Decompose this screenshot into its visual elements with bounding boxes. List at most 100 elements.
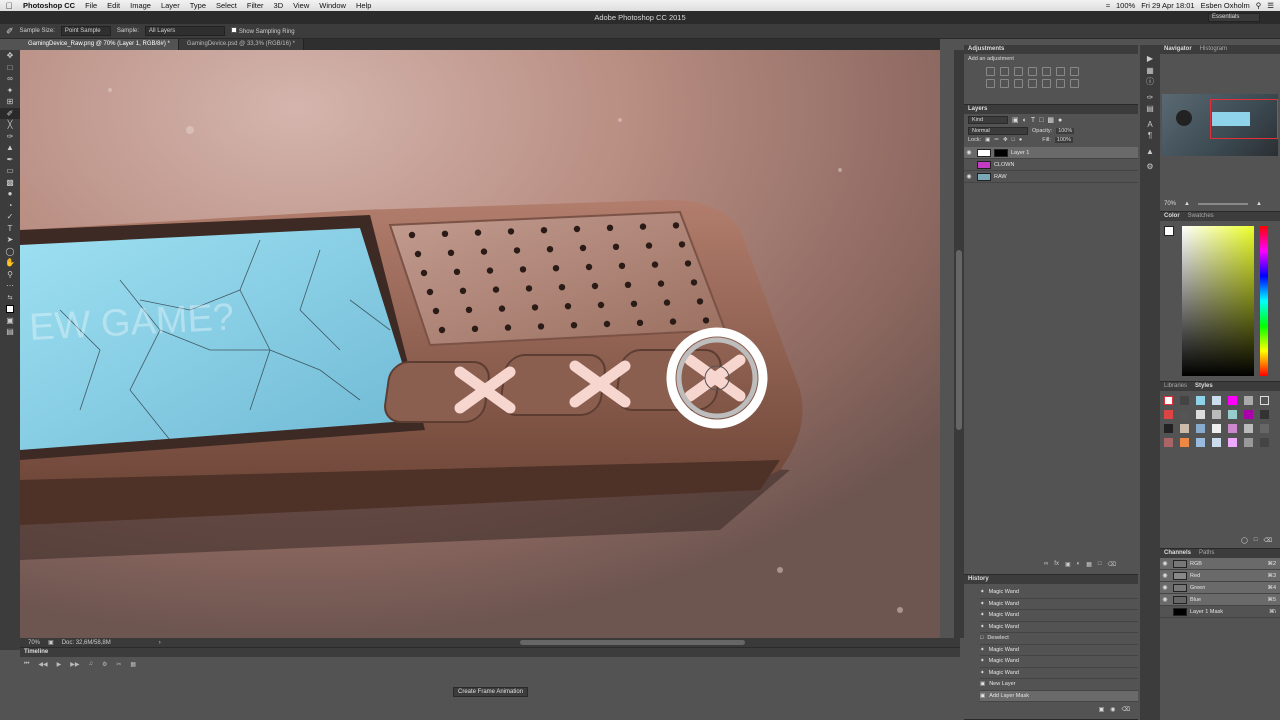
visibility-eye-icon[interactable]: ◉ xyxy=(964,173,974,180)
layer-name[interactable]: CLOWN xyxy=(994,162,1014,168)
invert-icon[interactable] xyxy=(1042,79,1051,88)
paths-tab[interactable]: Paths xyxy=(1199,550,1214,556)
clear-style-icon[interactable]: ◯ xyxy=(1241,537,1248,544)
history-item[interactable]: □ Deselect xyxy=(980,633,1138,645)
paragraph-icon[interactable]: ¶ xyxy=(1140,130,1160,142)
menu-3d[interactable]: 3D xyxy=(269,1,289,10)
channel-row[interactable]: Layer 1 Mask ⌘\ xyxy=(1160,606,1280,618)
hand-tool-icon[interactable]: ✋ xyxy=(0,257,20,269)
menu-layer[interactable]: Layer xyxy=(156,1,185,10)
color-lookup-icon[interactable] xyxy=(1028,79,1037,88)
stamp-tool-icon[interactable]: ▲ xyxy=(0,142,20,154)
levels-icon[interactable] xyxy=(1000,67,1009,76)
layer-row[interactable]: ◉ Layer 1 xyxy=(964,147,1138,159)
zoom-out-icon[interactable]: ▲ xyxy=(1184,201,1190,207)
settings-icon[interactable]: ⚙ xyxy=(102,661,107,668)
hue-icon[interactable] xyxy=(1056,67,1065,76)
adjustment-icon[interactable]: ◐ xyxy=(1077,561,1081,568)
histogram-tab[interactable]: Histogram xyxy=(1200,46,1227,52)
bw-icon[interactable] xyxy=(986,79,995,88)
style-swatch[interactable] xyxy=(1164,438,1173,447)
filter-adjust-icon[interactable]: ◐ xyxy=(1023,117,1027,124)
pen-tool-icon[interactable]: ✓ xyxy=(0,211,20,223)
show-sampling-ring-checkbox[interactable]: Show Sampling Ring xyxy=(230,27,295,35)
posterize-icon[interactable] xyxy=(1056,79,1065,88)
split-icon[interactable]: ✂ xyxy=(116,661,121,668)
style-swatch[interactable] xyxy=(1180,438,1189,447)
photo-filter-icon[interactable] xyxy=(1000,79,1009,88)
navigator-title[interactable]: Navigator xyxy=(1164,46,1192,52)
history-item[interactable]: ✦ Magic Wand xyxy=(980,656,1138,668)
menu-edit[interactable]: Edit xyxy=(102,1,125,10)
color-field[interactable] xyxy=(1182,226,1254,376)
brightness-icon[interactable] xyxy=(986,67,995,76)
style-swatch[interactable] xyxy=(1164,424,1173,433)
history-brush-tool-icon[interactable]: ✒ xyxy=(0,154,20,166)
tab-gamingdevice-psd[interactable]: GamingDevice.psd @ 33,3% (RGB/16) * xyxy=(178,39,304,50)
lock-position-icon[interactable]: ✥ xyxy=(1003,137,1008,143)
shape-tool-icon[interactable]: ◯ xyxy=(0,246,20,258)
lock-artboard-icon[interactable]: □ xyxy=(1012,137,1015,143)
chevron-right-icon[interactable]: › xyxy=(159,640,161,646)
menu-file[interactable]: File xyxy=(80,1,102,10)
canvas-horizontal-scrollbar[interactable] xyxy=(520,640,745,645)
history-item-active[interactable]: ▣ Add Layer Mask xyxy=(980,690,1138,702)
style-swatch[interactable] xyxy=(1260,410,1269,419)
previous-frame-icon[interactable]: ◀◀ xyxy=(38,661,47,668)
opacity-value[interactable]: 100% xyxy=(1056,128,1075,134)
wifi-icon[interactable]: ≈ xyxy=(1106,1,1110,10)
style-swatch[interactable] xyxy=(1244,424,1253,433)
screen-mode-icon[interactable]: ▤ xyxy=(0,326,20,338)
filter-shape-icon[interactable]: □ xyxy=(1039,117,1043,124)
layer-filter-select[interactable]: Kind xyxy=(968,116,1008,124)
fill-value[interactable]: 100% xyxy=(1054,137,1073,143)
blend-mode-select[interactable]: Normal xyxy=(968,127,1028,135)
new-layer-icon[interactable]: □ xyxy=(1098,561,1102,568)
3d-icon[interactable]: ▲ xyxy=(1140,146,1160,158)
transition-icon[interactable]: ▦ xyxy=(130,661,136,668)
layer-name[interactable]: RAW xyxy=(994,174,1007,180)
export-icon[interactable]: ▣ xyxy=(48,639,54,646)
workspace-switcher[interactable]: Essentials xyxy=(1208,13,1260,22)
style-swatch[interactable] xyxy=(1260,438,1269,447)
visibility-eye-icon[interactable]: ◉ xyxy=(1160,572,1170,579)
lasso-tool-icon[interactable]: ∞ xyxy=(0,73,20,85)
new-style-icon[interactable]: □ xyxy=(1254,537,1258,544)
zoom-level[interactable]: 70% xyxy=(28,640,40,646)
lock-pixels-icon[interactable]: ▣ xyxy=(985,137,990,143)
history-item[interactable]: ✦ Magic Wand xyxy=(980,622,1138,633)
menu-view[interactable]: View xyxy=(288,1,314,10)
history-item[interactable]: ✦ Magic Wand xyxy=(980,645,1138,656)
lock-all-icon[interactable]: ● xyxy=(1019,137,1022,143)
trash-icon[interactable]: ⌫ xyxy=(1122,706,1130,713)
navigator-thumbnail[interactable] xyxy=(1162,94,1278,156)
menu-select[interactable]: Select xyxy=(211,1,242,10)
document-canvas[interactable]: EW GAME? xyxy=(20,50,940,638)
style-swatch[interactable] xyxy=(1244,410,1253,419)
layers-comp-icon[interactable]: ▦ xyxy=(1140,65,1160,77)
style-swatch[interactable] xyxy=(1244,438,1253,447)
menu-filter[interactable]: Filter xyxy=(242,1,269,10)
lock-brush-icon[interactable]: ✑ xyxy=(994,137,999,143)
eyedropper-icon[interactable]: ✐ xyxy=(6,26,14,37)
style-swatch[interactable] xyxy=(1196,396,1205,405)
menu-image[interactable]: Image xyxy=(125,1,156,10)
link-icon[interactable]: ∞ xyxy=(1044,561,1048,568)
info-icon[interactable]: ⓘ xyxy=(1140,76,1160,88)
style-swatch[interactable] xyxy=(1244,396,1253,405)
next-frame-icon[interactable]: ▶▶ xyxy=(70,661,79,668)
play-icon[interactable]: ▶ xyxy=(1140,53,1160,65)
filter-pixel-icon[interactable]: ▣ xyxy=(1012,116,1019,124)
filter-smart-icon[interactable]: ▩ xyxy=(1047,116,1054,124)
layer-row[interactable]: ◉ RAW xyxy=(964,171,1138,183)
style-swatch[interactable] xyxy=(1228,424,1237,433)
style-swatch[interactable] xyxy=(1196,438,1205,447)
style-swatch[interactable] xyxy=(1196,424,1205,433)
trash-icon[interactable]: ⌫ xyxy=(1108,561,1116,568)
filter-type-icon[interactable]: T xyxy=(1031,117,1035,124)
folder-icon[interactable]: ▦ xyxy=(1086,561,1092,568)
first-frame-icon[interactable]: ⏮ xyxy=(24,661,29,668)
layer-mask-thumbnail[interactable] xyxy=(994,148,1008,157)
canvas-vertical-scrollbar[interactable] xyxy=(954,50,964,638)
play-icon[interactable]: ▶ xyxy=(57,661,62,668)
